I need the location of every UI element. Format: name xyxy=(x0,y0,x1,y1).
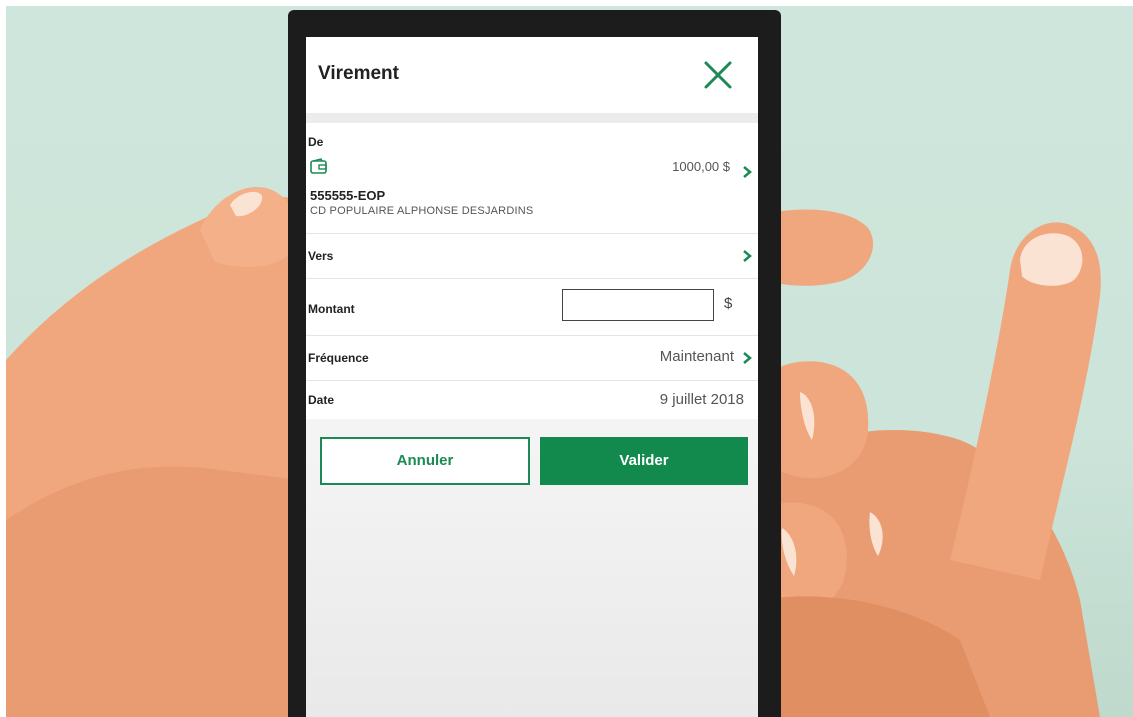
to-account-row[interactable]: Vers xyxy=(306,234,758,279)
frequency-value: Maintenant xyxy=(659,348,734,365)
screen-title: Virement xyxy=(318,63,399,84)
cancel-button[interactable]: Annuler xyxy=(320,437,530,485)
from-account-row[interactable]: De 555555-EOP CD POPULAIRE ALPHONSE DESJ… xyxy=(306,123,758,234)
validate-button[interactable]: Valider xyxy=(540,437,748,485)
illustration-scene: Virement De 555555-EOP CD POPULAIRE ALPH… xyxy=(0,0,1133,717)
chevron-right-icon xyxy=(743,250,752,262)
account-institution: CD POPULAIRE ALPHONSE DESJARDINS xyxy=(310,205,534,217)
date-row[interactable]: Date 9 juillet 2018 xyxy=(306,381,758,419)
account-number: 555555-EOP xyxy=(310,188,386,203)
screen-header: Virement xyxy=(306,37,758,113)
chevron-right-icon xyxy=(743,166,752,178)
date-value: 9 juillet 2018 xyxy=(659,391,744,408)
amount-row: Montant $ xyxy=(306,279,758,336)
close-icon[interactable] xyxy=(700,57,736,93)
wallet-icon xyxy=(310,158,327,174)
frequency-row[interactable]: Fréquence Maintenant xyxy=(306,336,758,381)
amount-label: Montant xyxy=(308,302,355,316)
currency-symbol: $ xyxy=(724,295,733,312)
phone-screen: Virement De 555555-EOP CD POPULAIRE ALPH… xyxy=(306,37,758,717)
to-label: Vers xyxy=(308,249,334,263)
left-palm-shade xyxy=(6,466,300,717)
frequency-label: Fréquence xyxy=(308,351,369,365)
date-label: Date xyxy=(308,393,335,407)
header-divider xyxy=(306,113,758,123)
chevron-right-icon xyxy=(743,352,752,364)
from-label: De xyxy=(308,135,324,149)
amount-input[interactable] xyxy=(562,289,714,321)
account-balance: 1000,00 $ xyxy=(672,159,730,174)
